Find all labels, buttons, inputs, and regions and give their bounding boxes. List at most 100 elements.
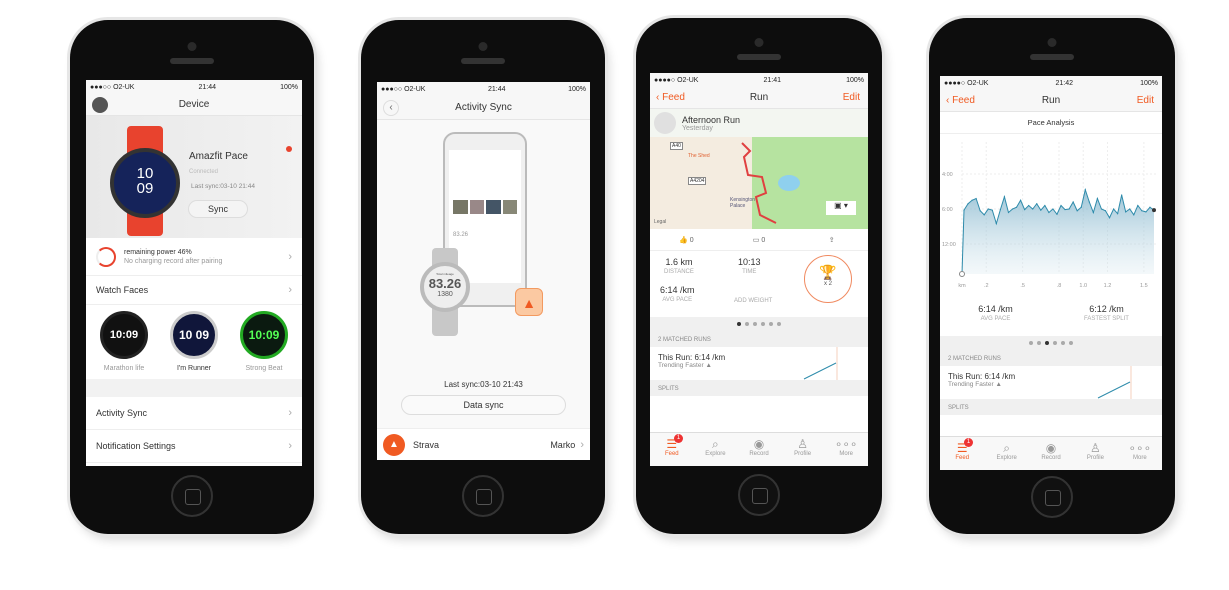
page-dot[interactable] [769,322,773,326]
tab-record[interactable]: ◉ Record [737,433,781,466]
time: 21:44 [198,83,217,91]
battery: 100% [846,76,864,84]
activity-title: Afternoon Run [682,114,741,125]
page-dot[interactable] [753,322,757,326]
page-dot[interactable] [761,322,765,326]
avatar[interactable] [92,96,108,113]
pace-point [1092,211,1094,214]
page-dot[interactable] [1053,341,1057,345]
tab-label: Record [749,451,769,457]
device-card: 10 09 Amazfit Pace Connected Last sync:03… [86,116,302,238]
pace-point [1072,201,1074,203]
notification-settings-row[interactable]: Notification Settings › [86,430,302,463]
watch-face-runner[interactable]: 10 09 I'm Runner [164,311,224,373]
data-sync-button[interactable]: Data sync [401,395,566,415]
pace-chart[interactable]: 4:00 6:00 12:00 km .2 .5 .8 1.0 1.2 1.5 [940,134,1162,294]
home-button[interactable] [1031,476,1073,518]
tab-label: Profile [1086,455,1104,461]
face-preview: 10 09 [170,311,218,359]
page-dot[interactable] [737,322,741,326]
pace-point [1040,209,1042,211]
pace-point [1104,210,1107,212]
stat-label: Avg Pace [662,297,693,303]
tab-feed[interactable]: ☰ Feed 1 [940,437,984,470]
kudos-button[interactable]: 👍 0 [650,236,723,244]
x-tick-label: .2 [984,283,989,289]
stat-label: Distance [664,269,694,275]
battery-row[interactable]: remaining power 46% No charging record af… [86,238,302,276]
share-icon[interactable]: ⇪ [795,236,868,244]
page-title: Activity Sync [455,102,512,113]
matched-run-row[interactable]: This Run: 6:14 /km Trending Faster ▲ [650,347,868,380]
page-dot[interactable] [745,322,749,326]
watch-face-strong-beat[interactable]: 10:09 Strong Beat [234,311,294,373]
watch-face-list: 10:09 Marathon life 10 09 I'm Runner 10:09… [86,305,302,385]
tab-more[interactable]: ∘∘∘ More [1118,437,1162,470]
strava-row[interactable]: ▲ Strava Marko › [377,428,590,460]
map-label: A40 [670,142,683,150]
phone-strava-run: ●●●●○ O2-UK 21:41 100% ‹ Feed Run Edit After… [636,18,882,534]
pace-point [1028,204,1030,207]
matched-run-row[interactable]: This Run: 6:14 /km Trending Faster ▲ [940,366,1162,399]
avatar[interactable] [654,112,676,134]
page-dot[interactable] [1045,341,1049,345]
notification-badge: 1 [964,438,973,447]
map-legal-link[interactable]: Legal [654,219,666,225]
home-button[interactable] [171,475,213,517]
edit-button[interactable]: Edit [1137,95,1154,106]
page-dot[interactable] [1037,341,1041,345]
back-button[interactable]: ‹ [383,99,399,116]
tab-more[interactable]: ∘∘∘ More [824,433,868,466]
tab-record[interactable]: ◉ Record [1029,437,1073,470]
status-bar: ●●●●○ O2-UK 21:42 100% [940,76,1162,90]
edit-button[interactable]: Edit [843,92,860,103]
comment-button[interactable]: ▭ 0 [723,236,796,244]
tab-explore[interactable]: ⌕ Explore [984,437,1028,470]
kudos-count: 0 [689,236,694,244]
page-dot[interactable] [1069,341,1073,345]
watch-faces-row[interactable]: Watch Faces › [86,276,302,305]
carrier: ●●●●○ O2-UK [944,79,989,87]
tab-bar: ☰ Feed 1 ⌕ Explore ◉ Record ♙ Profile ∘∘∘ More [650,432,868,466]
pace-point [967,203,969,205]
pace-point [1003,196,1006,198]
chevron-right-icon: › [288,440,292,452]
y-tick-label: 4:00 [942,172,953,178]
page-indicator[interactable] [940,336,1162,350]
camera [754,38,764,47]
page-dot[interactable] [1029,341,1033,345]
tab-feed[interactable]: ☰ Feed 1 [650,433,694,466]
home-button[interactable] [462,475,504,517]
route-map[interactable]: A40 The Shed A4204 Kensington Palace Leg… [650,137,868,229]
pace-point [1145,211,1147,213]
face-name: I'm Runner [176,365,211,372]
back-feed-button[interactable]: ‹ Feed [656,92,685,103]
map-label: The Shed [688,153,710,159]
activity-sync-row[interactable]: Activity Sync › [86,397,302,430]
watch-face-marathon[interactable]: 10:09 Marathon life [94,311,154,373]
pace-point [1076,210,1078,212]
status-bar: ●●●●○ O2-UK 21:41 100% [650,73,868,87]
stat-value: 6:14 /km [978,304,1013,314]
page-dot[interactable] [1061,341,1065,345]
pace-point [999,208,1001,211]
tab-explore[interactable]: ⌕ Explore [694,433,738,466]
x-tick-label: 1.2 [1104,283,1112,289]
carrier: ●●●●○ O2-UK [654,76,699,84]
tab-profile[interactable]: ♙ Profile [781,433,825,466]
page-dot[interactable] [777,322,781,326]
stat-label: Fastest Split [1084,316,1129,322]
camera-icon[interactable]: ▣ ▾ [826,201,856,215]
y-tick-label: 6:00 [942,207,953,213]
stat-label: Time [742,269,757,275]
back-feed-button[interactable]: ‹ Feed [946,95,975,106]
home-button[interactable] [738,474,780,516]
tab-label: Explore [996,455,1017,461]
time: 21:42 [1055,79,1074,87]
page-title: Run [749,92,769,103]
page-indicator[interactable] [650,317,868,331]
trophy-badge[interactable]: 🏆 x 2 [804,255,852,303]
sync-button[interactable]: Sync [188,200,248,218]
tab-profile[interactable]: ♙ Profile [1073,437,1117,470]
add-weight-button[interactable]: Add Weight [734,298,772,304]
